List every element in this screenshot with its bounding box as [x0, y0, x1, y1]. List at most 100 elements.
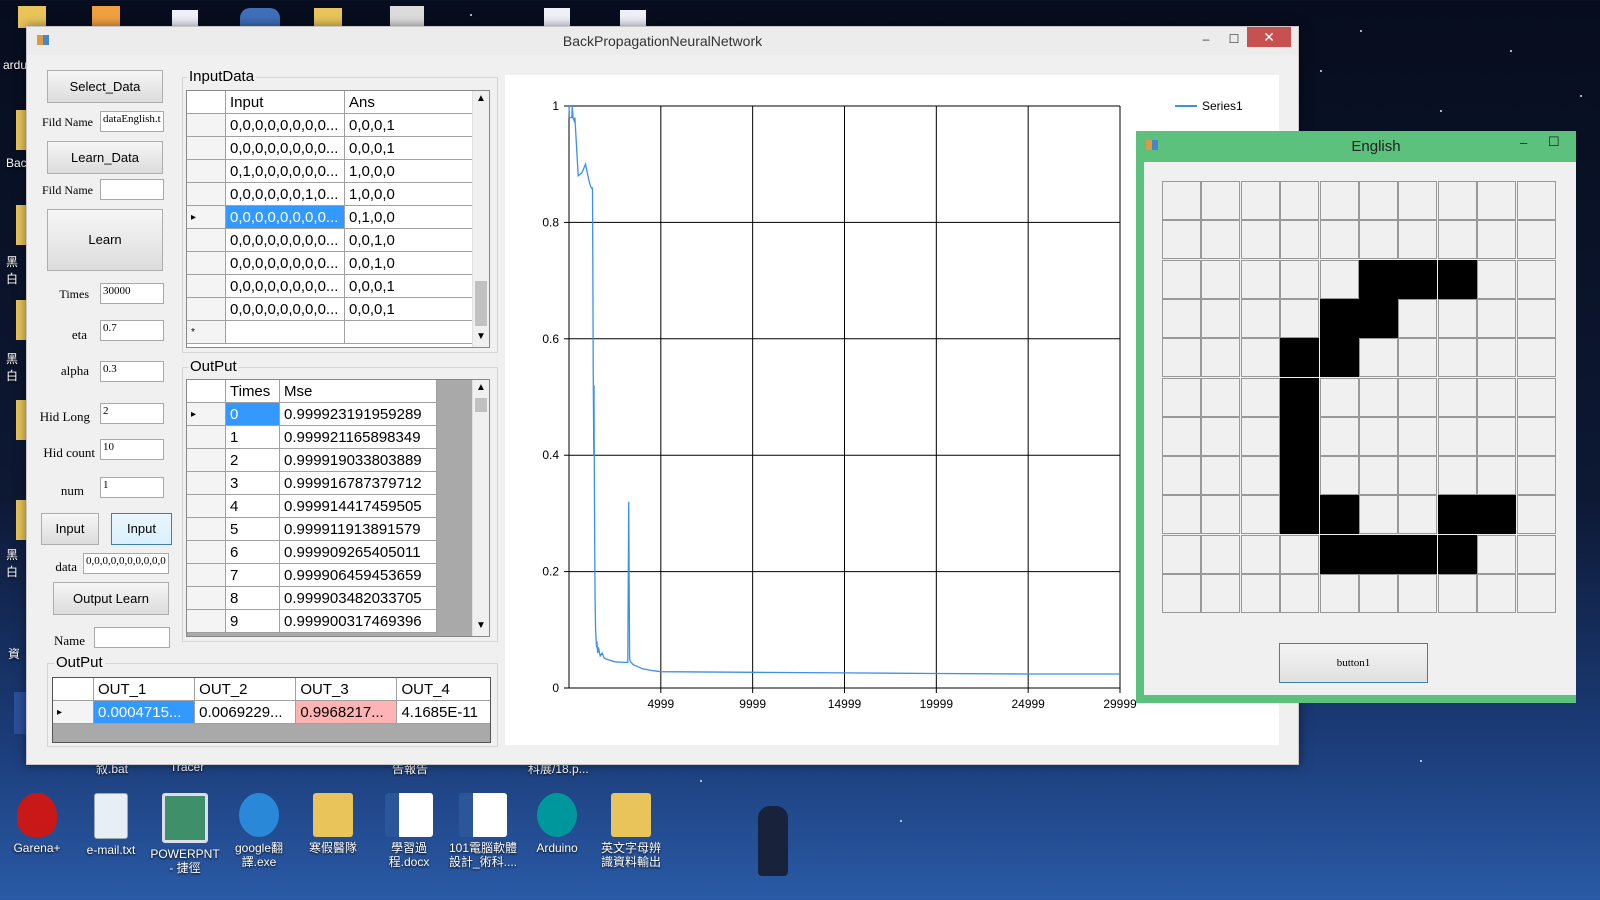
- out4-cell[interactable]: 4.1685E-11: [396, 700, 490, 724]
- pixel-cell[interactable]: [1477, 259, 1517, 299]
- ans-cell[interactable]: 0,0,0,1: [344, 113, 473, 137]
- out1-cell[interactable]: 0.0004715...: [92, 700, 196, 724]
- pixel-cell[interactable]: [1201, 456, 1241, 496]
- pixel-cell[interactable]: [1359, 377, 1398, 417]
- scroll-down-arrow-icon[interactable]: ▼: [476, 331, 486, 342]
- pixel-cell[interactable]: [1280, 456, 1320, 496]
- column-header-out4[interactable]: OUT_4: [396, 678, 490, 701]
- eta-field[interactable]: 0.7: [100, 320, 164, 341]
- pixel-cell[interactable]: [1240, 377, 1280, 417]
- pixel-cell[interactable]: [1477, 181, 1517, 220]
- pixel-cell[interactable]: [1359, 338, 1398, 378]
- pixel-cell[interactable]: [1240, 298, 1280, 338]
- pixel-cell[interactable]: [1162, 338, 1201, 378]
- input-cell[interactable]: 0,0,0,0,0,0,0,0...: [225, 274, 345, 298]
- column-header-input[interactable]: Input: [225, 91, 345, 114]
- pixel-cell[interactable]: [1319, 181, 1359, 220]
- pixel-cell[interactable]: [1437, 574, 1477, 613]
- pixel-cell[interactable]: [1477, 416, 1517, 456]
- input-cell[interactable]: 0,0,0,0,0,0,0,0...: [225, 136, 345, 160]
- row-header[interactable]: [187, 563, 226, 587]
- pixel-cell[interactable]: [1201, 495, 1241, 535]
- pixel-cell[interactable]: [1398, 338, 1438, 378]
- input-cell[interactable]: 0,0,0,0,0,0,0,0...: [225, 205, 345, 229]
- pixel-cell[interactable]: [1240, 220, 1280, 260]
- hid-long-field[interactable]: 2: [100, 403, 164, 424]
- folder-icon[interactable]: [16, 300, 26, 340]
- num-field[interactable]: 1: [100, 477, 164, 498]
- pixel-cell[interactable]: [1319, 495, 1359, 535]
- learn-data-button[interactable]: Learn_Data: [47, 141, 163, 174]
- ans-cell[interactable]: 0,0,0,1: [344, 136, 473, 160]
- new-row[interactable]: *: [187, 320, 473, 344]
- output-learn-button[interactable]: Output Learn: [53, 582, 169, 615]
- column-header-times[interactable]: Times: [225, 380, 280, 403]
- folder-icon[interactable]: [18, 6, 46, 28]
- mse-cell[interactable]: 0.999919033803889: [279, 448, 437, 472]
- row-header[interactable]: [187, 159, 226, 183]
- row-header[interactable]: [187, 297, 226, 321]
- minimize-button[interactable]: –: [1520, 135, 1527, 150]
- scrollbar-thumb[interactable]: [475, 398, 487, 412]
- row-header[interactable]: [187, 517, 226, 541]
- desktop-icon-garena[interactable]: Garena+: [2, 793, 72, 855]
- pixel-cell[interactable]: [1240, 534, 1280, 574]
- times-cell[interactable]: 8: [225, 586, 280, 610]
- input-data-scrollbar[interactable]: ▲ ▼: [472, 91, 489, 347]
- pixel-cell[interactable]: [1477, 338, 1517, 378]
- ans-cell[interactable]: 0,0,0,1: [344, 274, 473, 298]
- times-cell[interactable]: 2: [225, 448, 280, 472]
- pixel-cell[interactable]: [1516, 338, 1556, 378]
- pixel-cell[interactable]: [1201, 534, 1241, 574]
- column-header-out3[interactable]: OUT_3: [295, 678, 398, 701]
- pixel-cell[interactable]: [1319, 534, 1359, 574]
- empty-cell[interactable]: [344, 320, 473, 344]
- pixel-cell[interactable]: [1280, 574, 1320, 613]
- row-header[interactable]: ▸: [187, 402, 226, 426]
- row-header[interactable]: [187, 471, 226, 495]
- pixel-cell[interactable]: [1477, 456, 1517, 496]
- out2-cell[interactable]: 0.0069229...: [194, 700, 297, 724]
- input-cell[interactable]: 0,0,0,0,0,0,1,0...: [225, 182, 345, 206]
- pixel-cell[interactable]: [1516, 181, 1556, 220]
- pixel-cell[interactable]: [1319, 220, 1359, 260]
- table-row[interactable]: 0,0,0,0,0,0,0,0... 0,0,0,1: [187, 297, 473, 321]
- desktop-icon-word-1[interactable]: 學習過程.docx: [374, 793, 444, 869]
- out3-cell[interactable]: 0.9968217...: [295, 700, 398, 724]
- folder-icon[interactable]: [16, 110, 26, 150]
- pixel-cell[interactable]: [1240, 495, 1280, 535]
- pixel-cell[interactable]: [1398, 574, 1438, 613]
- pixel-cell[interactable]: [1516, 416, 1556, 456]
- alpha-field[interactable]: 0.3: [100, 361, 164, 382]
- scroll-up-arrow-icon[interactable]: ▲: [476, 93, 486, 104]
- table-row[interactable]: 4 0.999914417459505: [187, 494, 437, 518]
- times-cell[interactable]: 4: [225, 494, 280, 518]
- pixel-cell[interactable]: [1280, 338, 1320, 378]
- ans-cell[interactable]: 0,0,0,1: [344, 297, 473, 321]
- pixel-cell[interactable]: [1516, 259, 1556, 299]
- table-row[interactable]: 0,0,0,0,0,0,0,0... 0,0,0,1: [187, 274, 473, 298]
- pixel-cell[interactable]: [1359, 259, 1398, 299]
- mse-cell[interactable]: 0.999914417459505: [279, 494, 437, 518]
- pixel-cell[interactable]: [1437, 377, 1477, 417]
- table-row[interactable]: 6 0.999909265405011: [187, 540, 437, 564]
- ans-cell[interactable]: 0,1,0,0: [344, 205, 473, 229]
- pixel-cell[interactable]: [1240, 416, 1280, 456]
- table-row[interactable]: 0,0,0,0,0,0,0,0... 0,0,0,1: [187, 136, 473, 160]
- input-cell[interactable]: 0,0,0,0,0,0,0,0...: [225, 113, 345, 137]
- input-button-selected[interactable]: Input: [111, 513, 172, 545]
- times-cell[interactable]: 9: [225, 609, 280, 633]
- pixel-cell[interactable]: [1201, 338, 1241, 378]
- pixel-cell[interactable]: [1359, 534, 1398, 574]
- name-field[interactable]: [94, 627, 170, 648]
- pixel-cell[interactable]: [1162, 534, 1201, 574]
- table-row[interactable]: 5 0.999911913891579: [187, 517, 437, 541]
- pixel-cell[interactable]: [1280, 259, 1320, 299]
- pixel-cell[interactable]: [1398, 456, 1438, 496]
- scrollbar-thumb[interactable]: [475, 281, 487, 326]
- mse-cell[interactable]: 0.999916787379712: [279, 471, 437, 495]
- mse-cell[interactable]: 0.999921165898349: [279, 425, 437, 449]
- pixel-cell[interactable]: [1398, 259, 1438, 299]
- pixel-cell[interactable]: [1437, 456, 1477, 496]
- pixel-cell[interactable]: [1437, 338, 1477, 378]
